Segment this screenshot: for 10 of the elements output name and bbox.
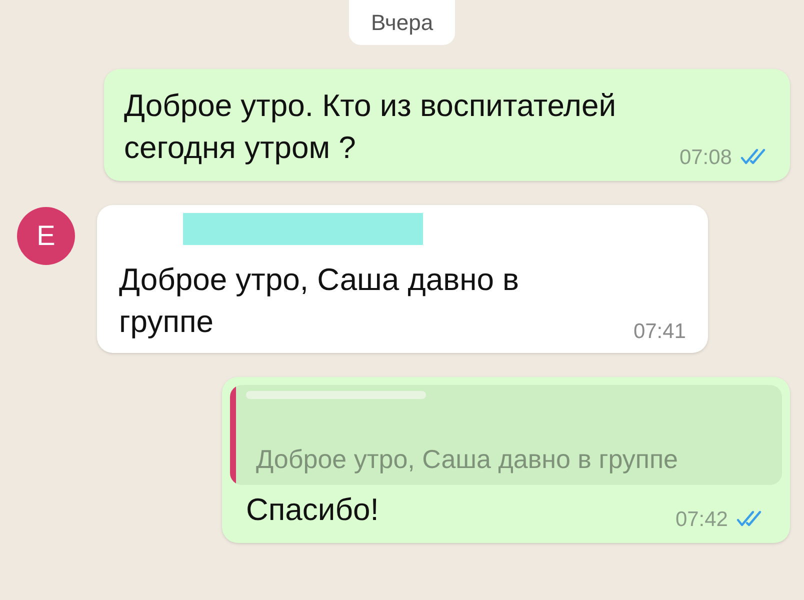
date-chip: Вчера [348, 0, 456, 45]
avatar[interactable]: E [17, 207, 75, 265]
message-time: 07:08 [679, 144, 732, 170]
message-time: 07:41 [633, 318, 686, 344]
message-time: 07:42 [675, 506, 728, 532]
quoted-message[interactable]: Доброе утро, Саша давно в группе [230, 385, 782, 485]
message-text: Спасибо! [246, 491, 379, 529]
message-text: Доброе утро, Саша давно в группе [119, 261, 520, 341]
message-text: Доброе утро. Кто из воспитателей сегодня утром ? [124, 87, 618, 167]
quoted-text: Доброе утро, Саша давно в группе [255, 443, 679, 476]
